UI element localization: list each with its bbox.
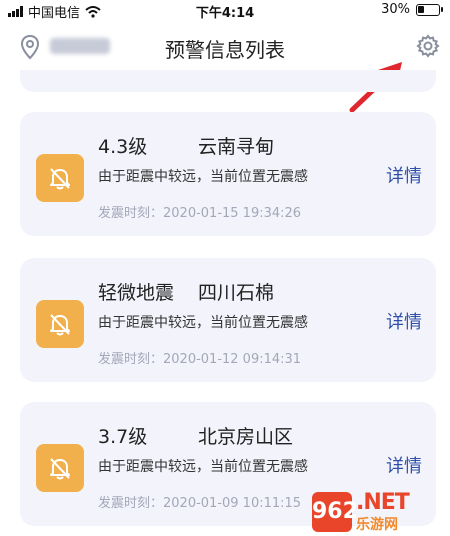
alert-time: 发震时刻：2020-01-12 09:14:31 xyxy=(98,352,302,367)
detail-link[interactable]: 详情 xyxy=(386,308,422,334)
battery-icon xyxy=(416,3,443,16)
alert-card[interactable]: 轻微地震 四川石棉 由于距震中较远，当前位置无震感 发震时刻：2020-01-1… xyxy=(20,258,436,382)
alert-title: 4.3级 云南寻甸 xyxy=(98,132,274,159)
battery-percent: 30% xyxy=(381,2,410,17)
alert-title: 轻微地震 四川石棉 xyxy=(98,278,274,305)
card-stub xyxy=(20,70,436,92)
detail-link[interactable]: 详情 xyxy=(386,162,422,188)
watermark-logo: 962 .NET 乐游网 xyxy=(312,488,447,534)
watermark-badge: 962 xyxy=(312,492,358,532)
alert-card[interactable]: 4.3级 云南寻甸 由于距震中较远，当前位置无震感 发震时刻：2020-01-1… xyxy=(20,112,436,236)
bell-off-icon xyxy=(36,444,84,492)
alert-magnitude: 轻微地震 xyxy=(98,282,175,304)
alert-location: 四川石棉 xyxy=(198,282,275,304)
gear-icon[interactable] xyxy=(416,34,440,58)
alert-title: 3.7级 北京房山区 xyxy=(98,422,293,449)
status-right: 30% xyxy=(381,2,443,17)
alert-time: 发震时刻：2020-01-09 10:11:15 xyxy=(98,496,302,511)
alert-description: 由于距震中较远，当前位置无震感 xyxy=(98,169,308,185)
bell-off-icon xyxy=(36,154,84,202)
alert-description: 由于距震中较远，当前位置无震感 xyxy=(98,459,308,475)
alert-description: 由于距震中较远，当前位置无震感 xyxy=(98,315,308,331)
detail-link[interactable]: 详情 xyxy=(386,452,422,478)
bell-off-icon xyxy=(36,300,84,348)
alert-location: 北京房山区 xyxy=(198,426,294,448)
status-bar: 中国电信 下午4:14 30% xyxy=(0,0,450,21)
watermark-bottom-text: 乐游网 xyxy=(356,517,398,533)
alert-magnitude: 3.7级 xyxy=(98,426,148,448)
alert-magnitude: 4.3级 xyxy=(98,136,148,158)
alert-time: 发震时刻：2020-01-15 19:34:26 xyxy=(98,206,302,221)
watermark-top-text: .NET xyxy=(356,490,410,515)
alert-location: 云南寻甸 xyxy=(198,136,275,158)
